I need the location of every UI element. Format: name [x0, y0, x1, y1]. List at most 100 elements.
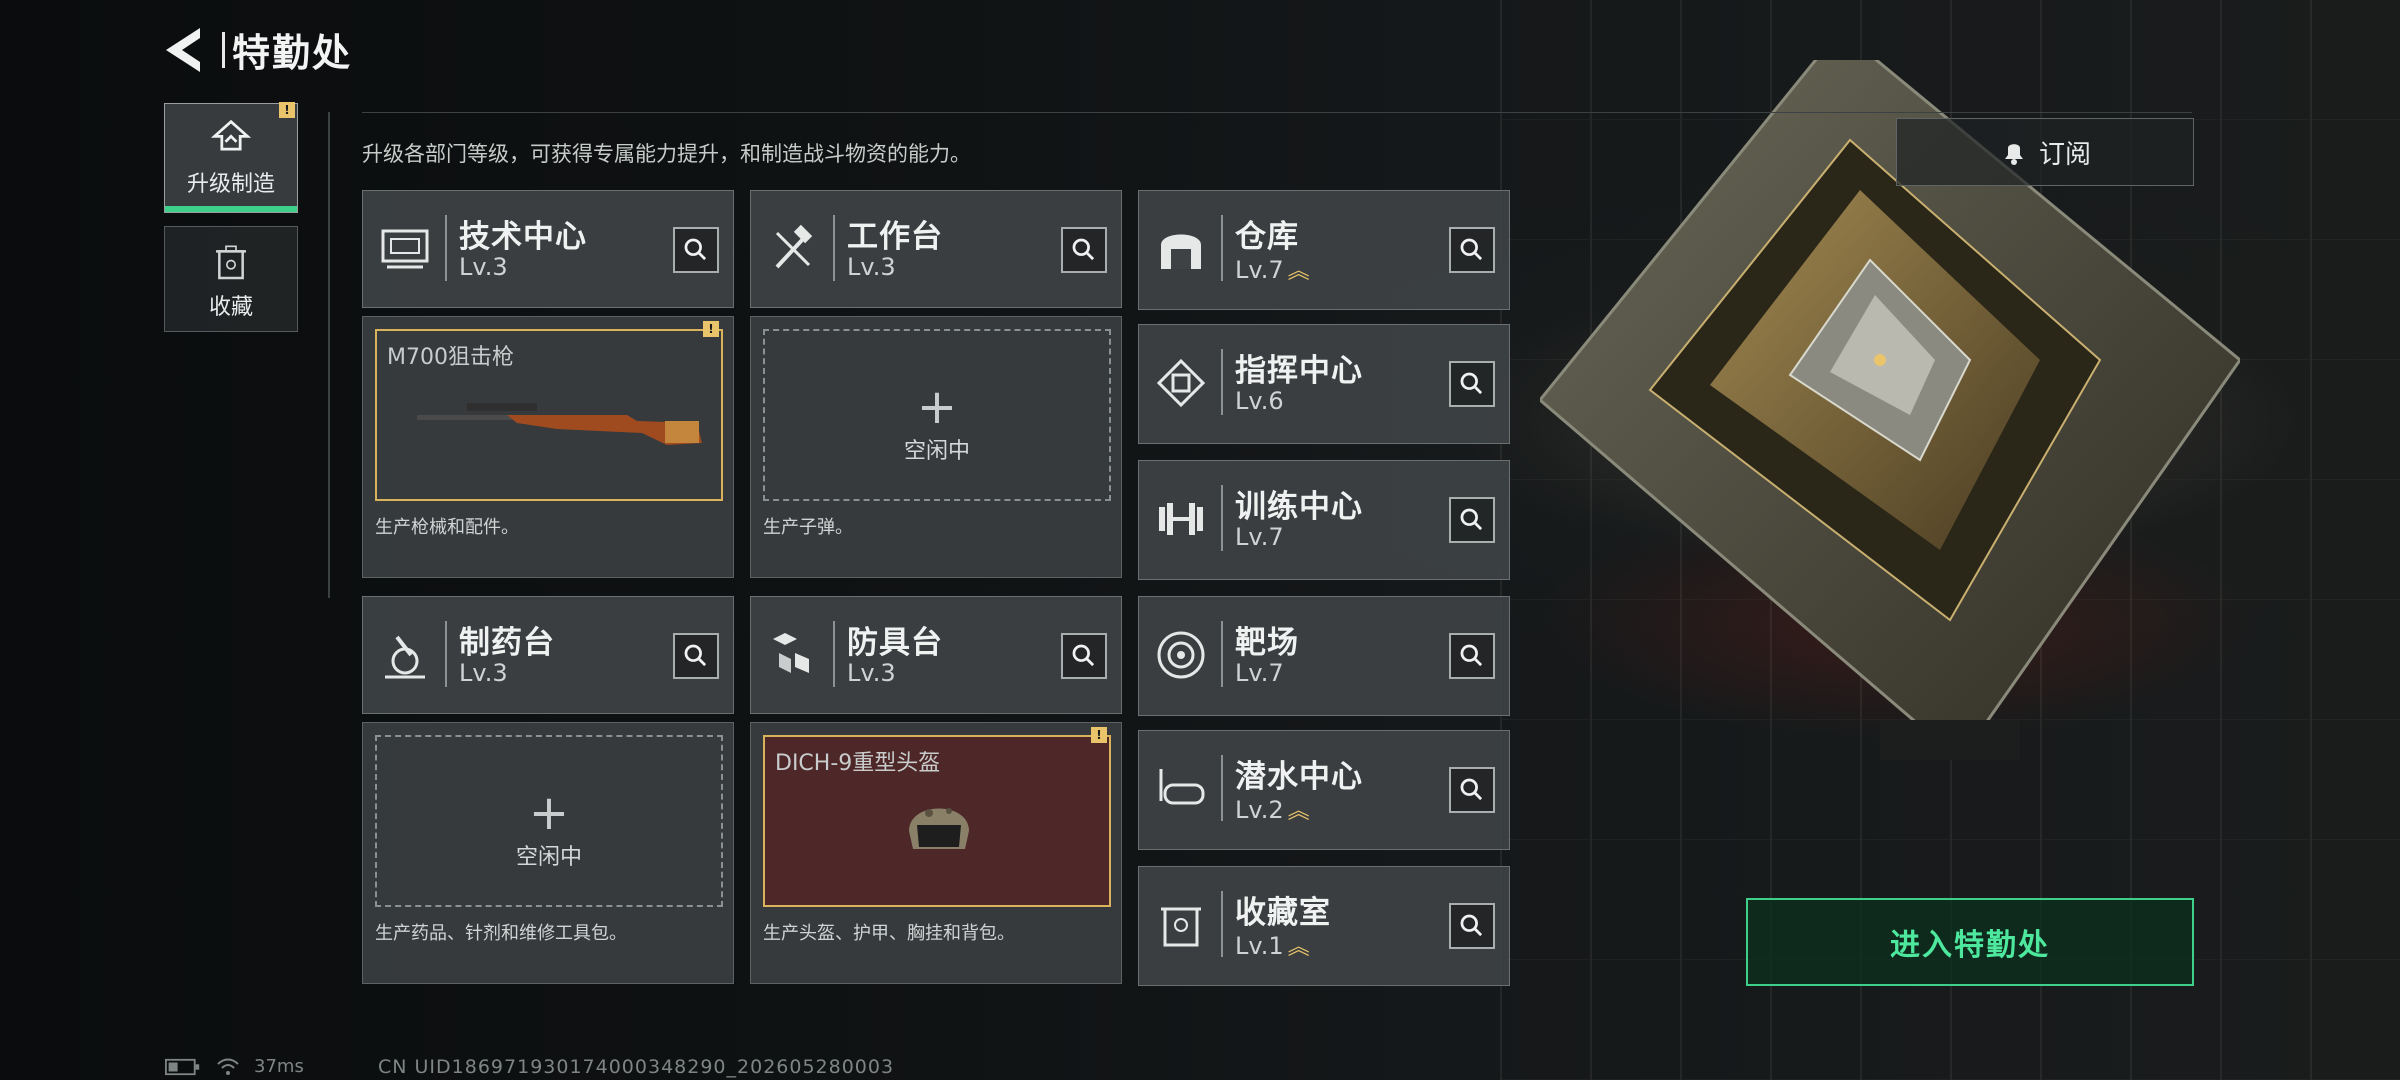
enter-label: 进入特勤处 [1890, 928, 2050, 963]
card-divider [1221, 485, 1223, 551]
search-icon[interactable] [1061, 633, 1107, 679]
subscribe-label: 订阅 [2038, 139, 2091, 170]
card-divider [1221, 755, 1223, 821]
search-icon[interactable] [673, 633, 719, 679]
card-divider [1221, 215, 1223, 281]
department-card-warehouse[interactable]: 仓库 Lv.7 ︽ [1138, 190, 1510, 310]
helmet-image [909, 808, 969, 849]
department-level: Lv.3 [459, 253, 508, 281]
ping-value: 37ms [254, 1056, 304, 1077]
idle-label: 空闲中 [515, 845, 582, 870]
search-icon[interactable] [1449, 633, 1495, 679]
tab-collection[interactable]: 收藏 [164, 226, 298, 332]
department-name: 防具台 [847, 625, 943, 661]
department-card-diving-center[interactable]: 潜水中心 Lv.2 ︽ [1138, 730, 1510, 850]
card-divider [833, 215, 835, 281]
department-name: 潜水中心 [1235, 759, 1363, 795]
search-icon[interactable] [1061, 227, 1107, 273]
armor-blocks-icon [773, 633, 809, 673]
active-tab-indicator [165, 206, 297, 212]
department-level: Lv.2 ︽ [1235, 793, 1310, 825]
tab-upgrade-craft[interactable]: 升级制造 ! [164, 102, 298, 213]
upgrade-available-icon: ︽ [1287, 259, 1310, 284]
department-name: 仓库 [1235, 219, 1299, 255]
page-title: 特勤处 [232, 31, 353, 75]
wifi-icon [217, 1058, 239, 1075]
top-divider [362, 112, 2192, 113]
production-slot[interactable]: M700狙击枪 ! [375, 321, 723, 501]
collection-bin-icon [1161, 907, 1201, 947]
production-panel-armor-bench: DICH-9重型头盔 ! 生产头盔、护甲、胸挂和背包。 [750, 722, 1122, 984]
department-card-armor-bench[interactable]: 防具台 Lv.3 [750, 596, 1122, 714]
diving-mask-icon [1159, 769, 1205, 805]
department-name: 技术中心 [459, 219, 587, 255]
department-level: Lv.3 [847, 253, 896, 281]
card-divider [445, 621, 447, 687]
target-icon [1157, 631, 1205, 679]
production-slot-empty[interactable]: + 空闲中 [375, 735, 723, 907]
production-panel-pharmacy: + 空闲中 生产药品、针剂和维修工具包。 [362, 722, 734, 984]
back-arrow-icon[interactable] [160, 22, 216, 78]
computer-icon [381, 229, 429, 269]
tab-label: 升级制造 [186, 172, 275, 197]
item-name: M700狙击枪 [387, 345, 514, 370]
search-icon[interactable] [1449, 361, 1495, 407]
level-text: Lv.3 [847, 659, 896, 687]
production-description: 生产子弹。 [763, 517, 853, 538]
level-text: Lv.6 [1235, 387, 1284, 415]
card-divider [1221, 891, 1223, 957]
plus-icon: + [916, 379, 958, 435]
idle-label: 空闲中 [903, 439, 970, 464]
subscribe-button[interactable]: 订阅 [1896, 118, 2194, 186]
tab-label: 收藏 [208, 295, 253, 320]
upgrade-available-icon: ︽ [1287, 935, 1310, 960]
department-name: 训练中心 [1235, 489, 1363, 525]
department-card-tech-center[interactable]: 技术中心 Lv.3 [362, 190, 734, 308]
department-name: 指挥中心 [1235, 353, 1363, 389]
department-card-workbench[interactable]: 工作台 Lv.3 [750, 190, 1122, 308]
warehouse-icon [1161, 234, 1201, 269]
status-bar: 37ms [164, 1056, 304, 1077]
department-card-collection-room[interactable]: 收藏室 Lv.1 ︽ [1138, 866, 1510, 986]
production-description: 生产头盔、护甲、胸挂和背包。 [763, 923, 1015, 944]
card-divider [445, 215, 447, 281]
page-description: 升级各部门等级，可获得专属能力提升，和制造战斗物资的能力。 [362, 142, 971, 166]
department-card-pharmacy[interactable]: 制药台 Lv.3 [362, 596, 734, 714]
search-icon[interactable] [1449, 497, 1495, 543]
production-slot[interactable]: DICH-9重型头盔 ! [763, 727, 1111, 907]
production-slot-empty[interactable]: + 空闲中 [763, 329, 1111, 501]
user-uid: CN UID186971930174000348290_202605280003 [378, 1056, 895, 1078]
search-icon[interactable] [1449, 767, 1495, 813]
department-name: 工作台 [847, 219, 943, 255]
department-card-shooting-range[interactable]: 靶场 Lv.7 [1138, 596, 1510, 716]
upgrade-icon [210, 119, 252, 151]
bell-icon [2004, 144, 2023, 165]
level-text: Lv.7 [1235, 523, 1284, 551]
card-divider [1221, 349, 1223, 415]
level-text: Lv.1 [1235, 932, 1284, 960]
level-text: Lv.3 [459, 659, 508, 687]
production-description: 生产枪械和配件。 [375, 517, 519, 538]
battery-icon [165, 1058, 200, 1075]
item-name: DICH-9重型头盔 [775, 751, 941, 776]
level-text: Lv.2 [1235, 796, 1284, 824]
department-level: Lv.1 ︽ [1235, 929, 1310, 961]
level-text: Lv.3 [459, 253, 508, 281]
production-panel-workbench: + 空闲中 生产子弹。 [750, 316, 1122, 578]
level-text: Lv.7 [1235, 659, 1284, 687]
enter-special-ops-button[interactable]: 进入特勤处 [1746, 898, 2194, 986]
production-panel-tech-center: M700狙击枪 ! 生产枪械和配件。 [362, 316, 734, 578]
upgrade-available-icon: ︽ [1287, 799, 1310, 824]
department-card-command-center[interactable]: 指挥中心 Lv.6 [1138, 324, 1510, 444]
microscope-icon [385, 635, 425, 679]
notification-badge: ! [1091, 727, 1107, 743]
search-icon[interactable] [673, 227, 719, 273]
trash-can-icon [216, 245, 246, 280]
department-name: 靶场 [1235, 625, 1299, 661]
department-card-training-center[interactable]: 训练中心 Lv.7 [1138, 460, 1510, 580]
department-level: Lv.3 [459, 659, 508, 687]
search-icon[interactable] [1449, 903, 1495, 949]
search-icon[interactable] [1449, 227, 1495, 273]
department-level: Lv.3 [847, 659, 896, 687]
department-level: Lv.7 [1235, 523, 1284, 551]
